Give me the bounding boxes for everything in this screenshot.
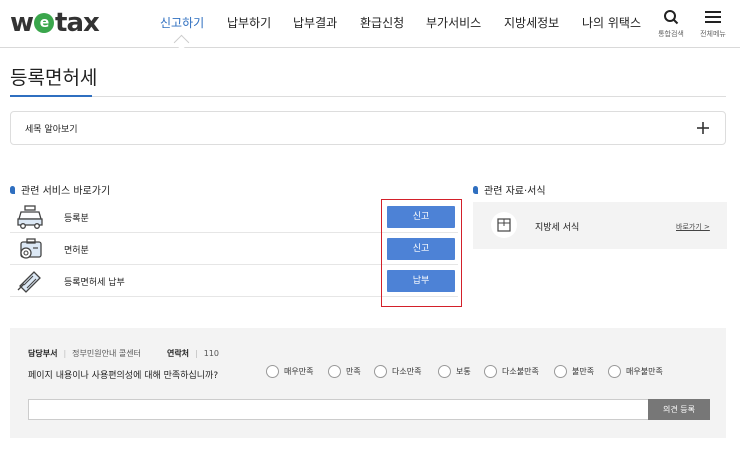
document-icon <box>491 212 517 238</box>
option-neutral[interactable]: 보통 <box>438 365 471 378</box>
logo-e-mark: e <box>34 13 55 33</box>
satisfaction-survey: 담당부서 | 정부민원안내 콜센터 연락처 | 110 페이지 내용이나 사용편… <box>10 328 726 438</box>
pay-icon <box>16 268 44 294</box>
dept-label: 담당부서 <box>28 349 58 358</box>
nav-item-pay-result[interactable]: 납부결과 <box>293 0 337 46</box>
service-label-registration[interactable]: 등록분 <box>64 211 89 224</box>
local-tax-forms-label: 지방세 서식 <box>535 223 580 233</box>
tax-info-accordion[interactable]: 세목 알아보기 <box>10 111 726 145</box>
site-header: w e tax 신고하기 납부하기 납부결과 환급신청 부가서비스 지방세정보 나의… <box>0 0 740 48</box>
radio-button[interactable] <box>266 365 279 378</box>
accordion-label: 세목 알아보기 <box>25 125 78 135</box>
license-icon <box>16 236 44 262</box>
department-info: 담당부서 | 정부민원안내 콜센터 연락처 | 110 <box>28 348 219 359</box>
nav-item-my-wetax[interactable]: 나의 위택스 <box>582 0 641 46</box>
title-divider <box>10 96 726 97</box>
service-label-payment[interactable]: 등록면허세 납부 <box>64 275 125 288</box>
search-icon <box>651 8 691 26</box>
nav-item-report[interactable]: 신고하기 <box>160 0 204 46</box>
survey-question: 페이지 내용이나 사용편의성에 대해 만족하십니까? <box>28 371 219 381</box>
local-tax-forms-card: 지방세 서식 바로가기 > <box>473 202 727 249</box>
divider: | <box>63 349 67 358</box>
nav-item-pay[interactable]: 납부하기 <box>227 0 271 46</box>
nav-item-local-tax-info[interactable]: 지방세정보 <box>504 0 559 46</box>
related-services-heading: 관련 서비스 바로가기 <box>10 182 110 197</box>
section-bullet-icon <box>10 185 15 194</box>
title-underline <box>10 95 92 97</box>
dept-value: 정부민원안내 콜센터 <box>72 349 141 358</box>
page-title: 등록면허세 <box>10 67 98 89</box>
radio-button[interactable] <box>554 365 567 378</box>
submit-opinion-button[interactable]: 의견 등록 <box>648 399 710 420</box>
radio-button[interactable] <box>438 365 451 378</box>
option-satisfied[interactable]: 만족 <box>328 365 361 378</box>
option-dissatisfied[interactable]: 불만족 <box>554 365 594 378</box>
related-services-title: 관련 서비스 바로가기 <box>21 186 111 197</box>
contact-label: 연락처 <box>166 349 190 358</box>
opinion-input[interactable] <box>28 399 658 420</box>
nav-item-refund[interactable]: 환급신청 <box>360 0 404 46</box>
highlight-box <box>381 199 462 307</box>
all-menu-label: 전체메뉴 <box>700 30 726 38</box>
option-very-satisfied[interactable]: 매우만족 <box>266 365 313 378</box>
wetax-logo[interactable]: w e tax <box>10 8 100 38</box>
all-menu-button[interactable]: 전체메뉴 <box>693 8 733 39</box>
go-to-forms-link[interactable]: 바로가기 > <box>676 222 710 232</box>
option-very-dissatisfied[interactable]: 매우불만족 <box>608 365 663 378</box>
related-docs-heading: 관련 자료·서식 <box>473 182 546 197</box>
radio-button[interactable] <box>484 365 497 378</box>
radio-button[interactable] <box>374 365 387 378</box>
search-button[interactable]: 통합검색 <box>651 8 691 39</box>
search-label: 통합검색 <box>658 30 684 38</box>
logo-text-tax: tax <box>55 8 100 38</box>
radio-button[interactable] <box>328 365 341 378</box>
option-somewhat-satisfied[interactable]: 다소만족 <box>374 365 421 378</box>
option-somewhat-dissatisfied[interactable]: 다소불만족 <box>484 365 539 378</box>
radio-button[interactable] <box>608 365 621 378</box>
plus-icon <box>693 118 713 138</box>
nav-item-extra-services[interactable]: 부가서비스 <box>426 0 481 46</box>
related-docs-title: 관련 자료·서식 <box>484 186 546 197</box>
service-label-license[interactable]: 면허분 <box>64 243 89 256</box>
section-bullet-icon <box>473 185 478 194</box>
car-icon <box>16 204 44 230</box>
contact-value: 110 <box>203 349 220 358</box>
logo-text-w: w <box>10 8 34 38</box>
divider: | <box>195 349 198 358</box>
hamburger-icon <box>693 8 733 26</box>
